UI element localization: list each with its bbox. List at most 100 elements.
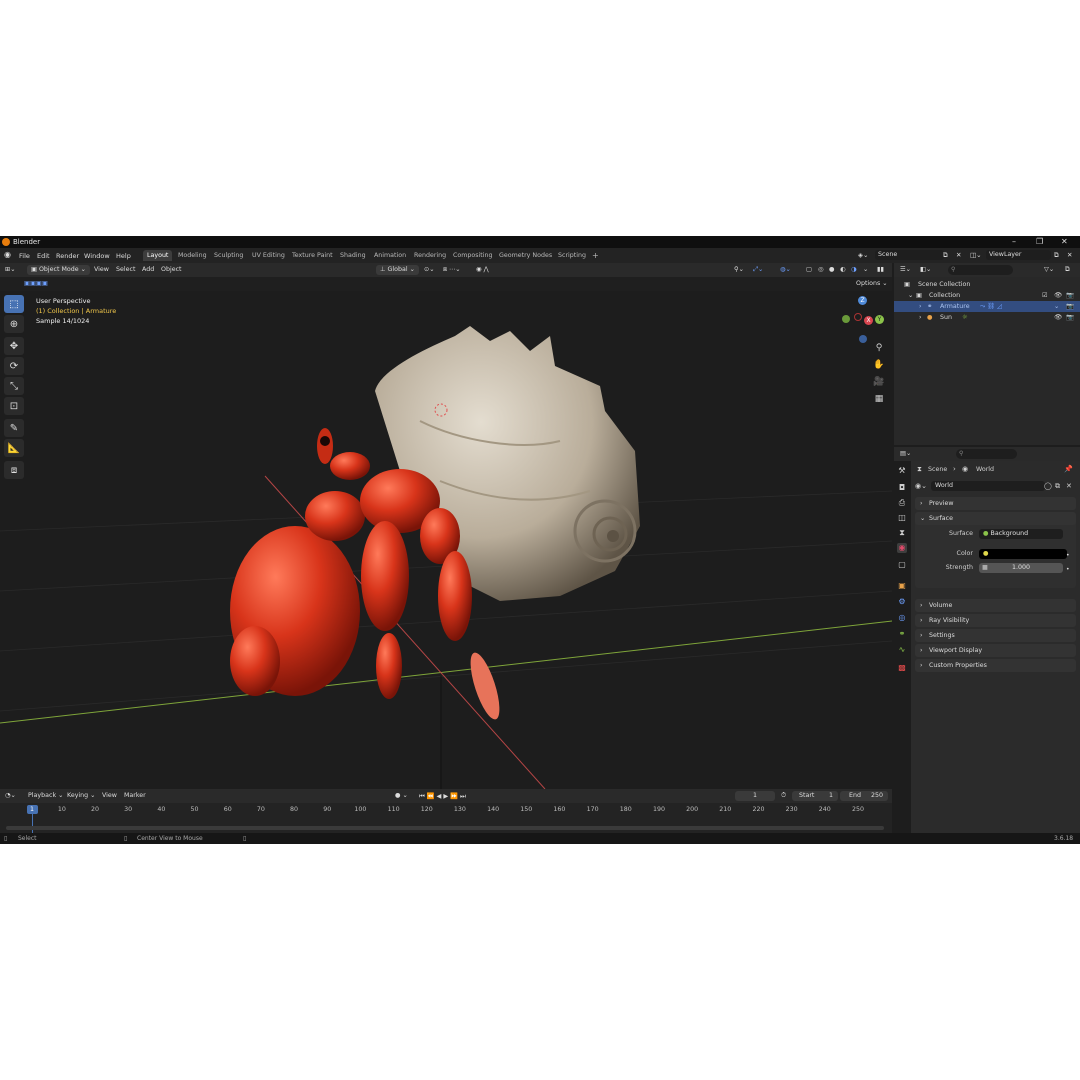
duplicate-world-icon[interactable]: ⧉ [1055,482,1060,491]
new-collection-icon[interactable]: ⧉ [1065,266,1070,274]
move-tool[interactable]: ✥ [4,337,24,355]
unlink-world-icon[interactable]: ✕ [1066,482,1072,490]
panel-custom-properties[interactable]: › Custom Properties [915,659,1076,672]
timeline-editor-icon[interactable]: ◔⌄ [5,792,16,799]
menu-view[interactable]: View [94,266,109,273]
tab-uv-editing[interactable]: UV Editing [248,250,289,261]
world-selector-icon[interactable]: ◉⌄ [915,482,927,490]
tab-compositing[interactable]: Compositing [449,250,496,261]
pause-render-icon[interactable]: ▮▮ [877,266,884,273]
record-icon[interactable]: ● ⌄ [395,792,408,799]
outliner-row-sun[interactable]: › ● Sun ☼ 👁 📷 [894,312,1080,323]
texture-tab-icon[interactable]: ▩ [897,663,907,673]
tab-animation[interactable]: Animation [370,250,410,261]
gizmo-z-axis[interactable]: Z [858,296,867,305]
shading-options-icon[interactable]: ⌄ [863,266,868,273]
visibility-icon[interactable]: ⚲⌄ [734,266,744,273]
new-view-layer-icon[interactable]: ⧉ [1054,251,1059,260]
tab-layout[interactable]: Layout [143,250,173,261]
scene-icon[interactable]: ◈⌄ [858,251,868,259]
panel-settings[interactable]: › Settings [915,629,1076,642]
mode-selector[interactable]: ▣ Object Mode ⌄ [27,265,90,275]
filter-icon[interactable]: ▽⌄ [1044,266,1054,273]
start-frame-field[interactable]: Start 1 [792,791,838,801]
expand-arrow-icon[interactable]: ⌄ [908,290,913,301]
panel-surface-header[interactable]: ⌄ Surface [915,512,1076,525]
collection-tab-icon[interactable]: ▢ [897,560,907,570]
add-workspace-button[interactable]: + [588,250,603,261]
xray-icon[interactable]: ▢ [806,266,812,273]
outliner-row-scene-collection[interactable]: ▣ Scene Collection [894,279,1080,290]
current-frame-field[interactable]: 1 [735,791,775,801]
gizmo-neg-y[interactable] [842,315,850,323]
playback-controls[interactable]: ⏮ ⏪ ◀ ▶ ⏩ ⏭ [419,792,466,801]
output-tab-icon[interactable]: ⎙ [897,498,907,508]
strength-field[interactable]: ■ 1.000 [979,563,1063,573]
menu-edit[interactable]: Edit [37,252,50,260]
timeline[interactable]: 1 10 20 30 40 50 60 70 80 90 100 110 120 130 140 150 160… [0,803,892,833]
navigation-gizmo[interactable]: Z Y X [838,293,888,343]
menu-select[interactable]: Select [116,266,135,273]
ortho-grid-icon[interactable]: ▦ [872,394,886,408]
tab-sculpting[interactable]: Sculpting [210,250,247,261]
render-tab-icon[interactable]: ◘ [897,483,907,493]
minimize-icon[interactable]: – [1012,237,1016,246]
menu-window[interactable]: Window [84,252,110,260]
collapse-arrow-icon[interactable]: › [919,301,922,312]
display-mode-icon[interactable]: ◧⌄ [920,266,931,273]
modifier-tab-icon[interactable]: ⚙ [897,597,907,607]
color-keyframe-icon[interactable]: • [1066,549,1070,562]
shading-solid-icon[interactable]: ● [829,266,835,273]
tab-scripting[interactable]: Scripting [554,250,590,261]
camera-icon[interactable]: 📷 [1066,290,1074,301]
scene-tab-icon[interactable]: ⧗ [897,528,907,538]
snap-icon[interactable]: ⧈ ⋯⌄ [443,266,461,274]
rotate-tool[interactable]: ⟳ [4,357,24,375]
world-tab-icon[interactable]: ◉ [897,543,907,553]
editor-type-icon[interactable]: ⊞⌄ [5,266,16,273]
object-data-tab-icon[interactable]: ⚭ [897,629,907,639]
panel-ray-visibility[interactable]: › Ray Visibility [915,614,1076,627]
fake-user-icon[interactable]: ◯ [1044,482,1052,490]
outliner-editor-icon[interactable]: ☰⌄ [900,266,911,273]
maximize-icon[interactable]: ❐ [1036,237,1043,246]
menu-render[interactable]: Render [56,252,79,260]
delete-view-layer-icon[interactable]: ✕ [1067,251,1072,259]
annotate-tool[interactable]: ✎ [4,419,24,437]
properties-search-input[interactable]: ⚲ [956,449,1017,459]
menu-help[interactable]: Help [116,252,131,260]
pivot-icon[interactable]: ⊙⌄ [424,266,435,273]
tool-tab-icon[interactable]: ⚒ [897,466,907,476]
transform-orientation[interactable]: ⊥ Global ⌄ [376,265,419,275]
cursor-tool[interactable]: ⊕ [4,315,24,333]
pan-hand-icon[interactable]: ✋ [872,360,886,374]
preview-range-icon[interactable]: ⏱ [781,792,786,800]
collapse-arrow-icon[interactable]: › [919,312,922,323]
outliner-row-armature[interactable]: › ⚭ Armature ⤳ ⛓ ◿ ⌄ 📷 [894,301,1080,312]
close-icon[interactable]: ✕ [1061,237,1068,246]
armature-eye-icon[interactable]: ⌄ [1054,301,1059,312]
add-cube-tool[interactable]: ⧈ [4,461,24,479]
options-dropdown[interactable]: Options ⌄ [856,280,888,287]
view-layer-icon[interactable]: ◫⌄ [970,251,982,259]
surface-shader-field[interactable]: ● Background [979,529,1063,539]
menu-playback[interactable]: Playback ⌄ [28,792,63,799]
color-swatch-field[interactable]: ● [979,549,1067,559]
panel-preview[interactable]: › Preview [915,497,1076,510]
camera-view-icon[interactable]: 🎥 [872,377,886,391]
pin-icon[interactable]: 📌 [1064,465,1073,473]
shading-material-icon[interactable]: ◐ [840,266,846,273]
armature-camera-icon[interactable]: 📷 [1066,301,1074,312]
shading-rendered-icon[interactable]: ◑ [851,266,857,273]
outliner-row-collection[interactable]: ⌄ ▣ Collection ☑ 👁 📷 [894,290,1080,301]
measure-tool[interactable]: 📐 [4,439,24,457]
tab-geometry-nodes[interactable]: Geometry Nodes [495,250,556,261]
transform-tool[interactable]: ⊡ [4,397,24,415]
sun-camera-icon[interactable]: 📷 [1066,312,1074,323]
physics-tab-icon[interactable]: ◎ [897,613,907,623]
delete-scene-icon[interactable]: ✕ [956,251,961,259]
bone-tab-icon[interactable]: ∿ [897,645,907,655]
scene-selector[interactable]: Scene [875,250,944,260]
menu-object[interactable]: Object [161,266,182,273]
tab-modeling[interactable]: Modeling [174,250,211,261]
